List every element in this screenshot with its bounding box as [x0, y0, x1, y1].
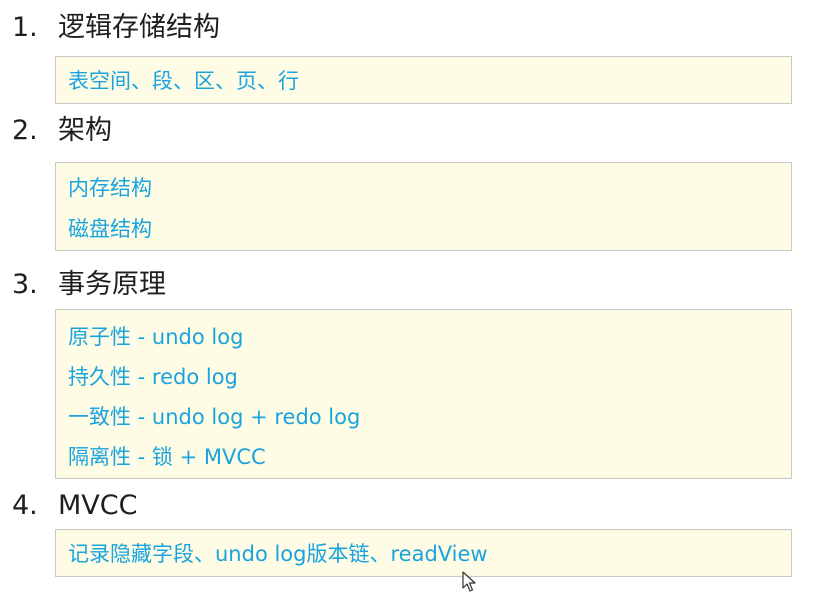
mouse-pointer-icon [462, 571, 476, 592]
section-number: 4. [12, 490, 38, 521]
box-line: 磁盘结构 [68, 217, 152, 241]
section-number: 2. [12, 115, 38, 146]
section-heading-1: 1. 逻辑存储结构 [12, 11, 220, 45]
box-line: 内存结构 [68, 176, 152, 200]
section-title: 架构 [58, 115, 112, 146]
section-box-3: 原子性 - undo log 持久性 - redo log 一致性 - undo… [55, 309, 792, 479]
section-heading-2: 2. 架构 [12, 114, 112, 148]
section-heading-4: 4. MVCC [12, 489, 137, 523]
section-box-2: 内存结构 磁盘结构 [55, 162, 792, 251]
section-box-4: 记录隐藏字段、undo log版本链、readView [55, 529, 792, 577]
box-line: 持久性 - redo log [68, 365, 238, 389]
section-number: 3. [12, 269, 38, 300]
box-line: 一致性 - undo log + redo log [68, 405, 361, 429]
box-line: 表空间、段、区、页、行 [68, 69, 299, 93]
box-line: 原子性 - undo log [68, 325, 244, 349]
section-title: 事务原理 [58, 269, 166, 300]
box-line: 记录隐藏字段、undo log版本链、readView [68, 542, 488, 566]
section-number: 1. [12, 12, 38, 43]
section-title: MVCC [58, 490, 138, 521]
section-title: 逻辑存储结构 [58, 12, 220, 43]
section-box-1: 表空间、段、区、页、行 [55, 56, 792, 104]
section-heading-3: 3. 事务原理 [12, 268, 166, 302]
box-line: 隔离性 - 锁 + MVCC [68, 445, 266, 469]
